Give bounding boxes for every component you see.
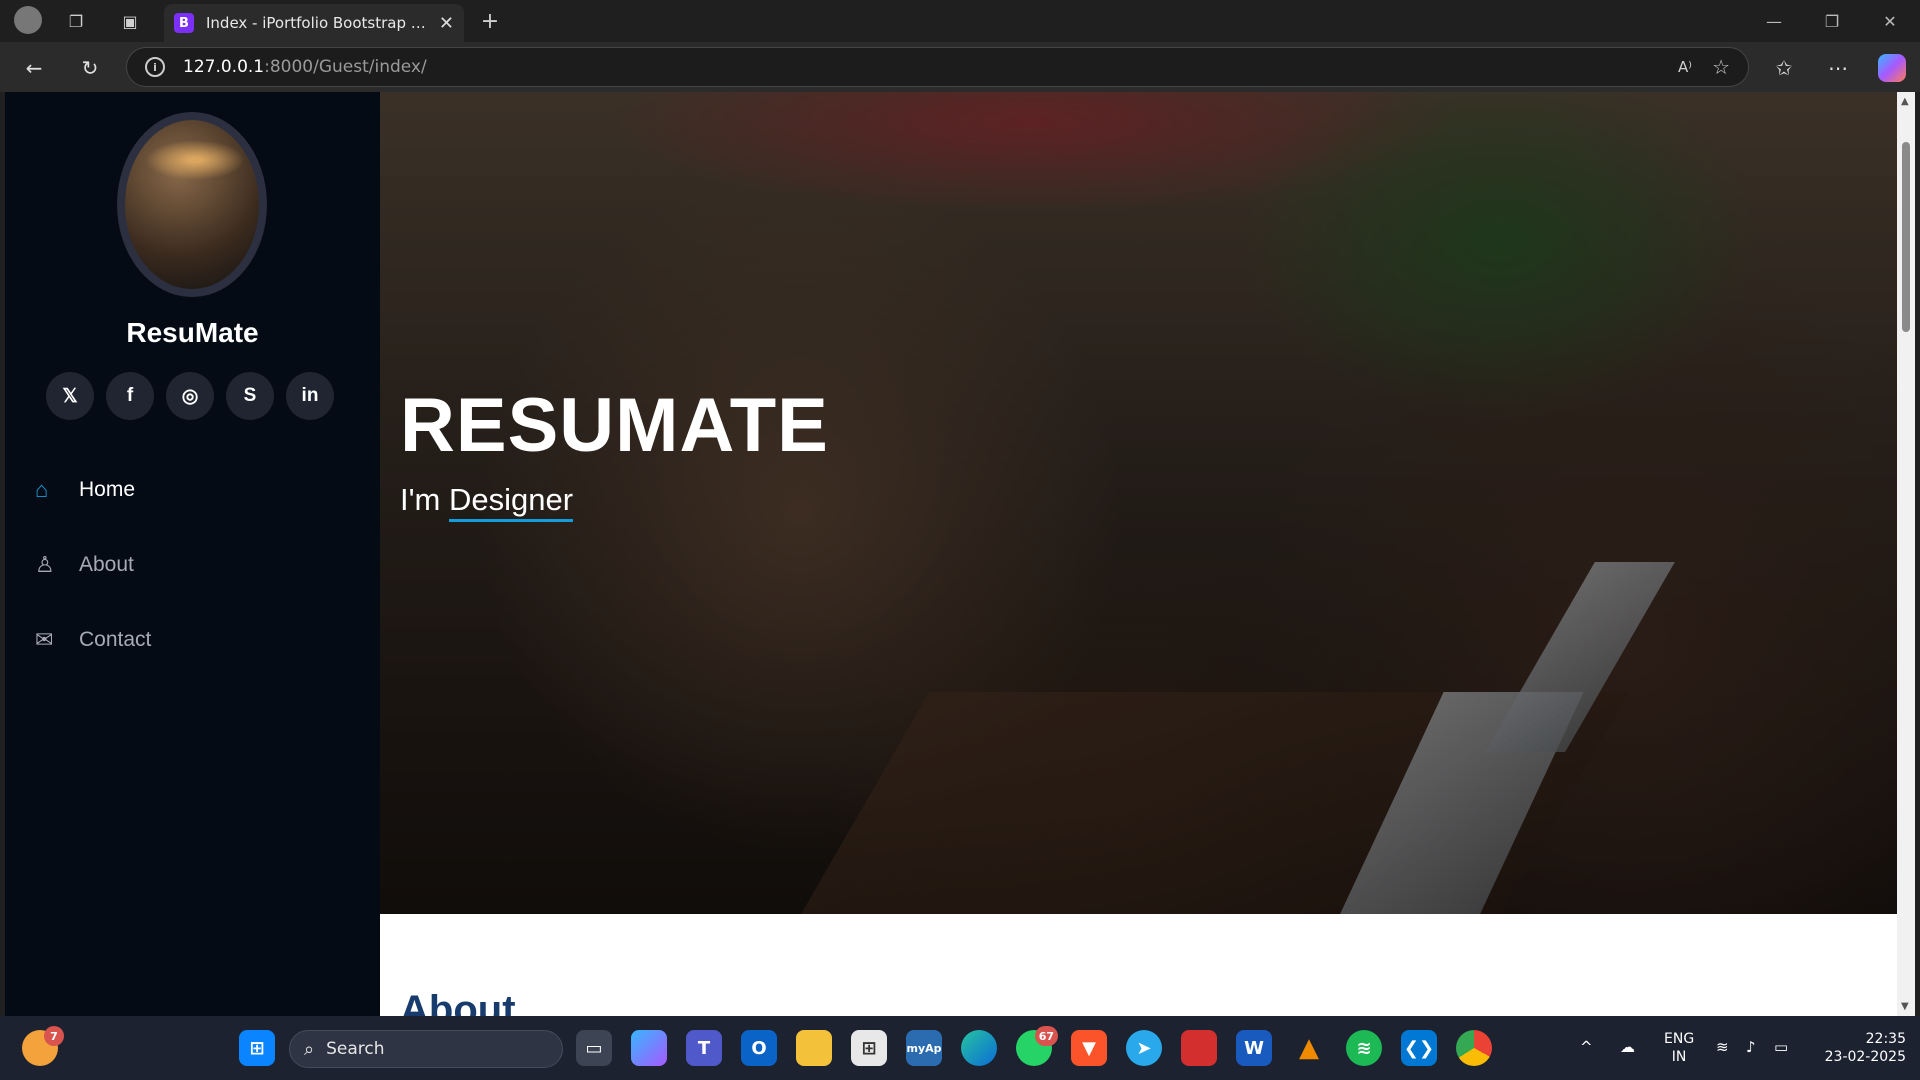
- volume-icon[interactable]: ♪: [1746, 1038, 1756, 1056]
- microsoft-store-icon[interactable]: ⊞: [851, 1030, 887, 1066]
- clock-date: 23-02-2025: [1824, 1049, 1906, 1065]
- hero-section: RESUMATE I'm Designer: [380, 92, 1897, 914]
- nav-menu: ⌂ Home ♙ About ✉ Contact: [35, 452, 151, 677]
- instagram-icon[interactable]: ◎: [166, 372, 214, 420]
- minimize-icon[interactable]: —: [1754, 8, 1794, 34]
- hero-overlay: [380, 92, 1897, 914]
- profile-avatar[interactable]: [14, 6, 42, 34]
- close-tab-icon[interactable]: ✕: [439, 13, 454, 34]
- x-twitter-icon[interactable]: 𝕏: [46, 372, 94, 420]
- url-host: 127.0.0.1: [183, 57, 265, 77]
- tray-overflow-icon[interactable]: ^: [1580, 1038, 1593, 1056]
- wifi-icon[interactable]: ≋: [1716, 1038, 1729, 1056]
- lang-line2: IN: [1671, 1049, 1687, 1065]
- back-icon[interactable]: ←: [20, 54, 48, 82]
- battery-icon[interactable]: ▭: [1774, 1038, 1788, 1056]
- spotify-icon[interactable]: ≋: [1346, 1030, 1382, 1066]
- brand-name: ResuMate: [126, 317, 259, 348]
- house-icon: ⌂: [35, 476, 49, 502]
- outlook-icon[interactable]: O: [741, 1030, 777, 1066]
- restore-icon[interactable]: ❐: [1812, 8, 1852, 34]
- read-aloud-icon[interactable]: A⁾: [1678, 58, 1692, 76]
- clock-time: 22:35: [1865, 1031, 1906, 1047]
- tab-bar: ❐ ▣ B Index - iPortfolio Bootstrap Templ…: [0, 0, 1920, 42]
- search-placeholder: Search: [326, 1039, 385, 1059]
- vscode-icon[interactable]: ❮❯: [1401, 1030, 1437, 1066]
- social-links: 𝕏 f ◎ S in: [46, 372, 334, 420]
- scrollbar-thumb[interactable]: [1902, 142, 1910, 332]
- hero-title: RESUMATE: [400, 383, 829, 468]
- browser-chrome: ❐ ▣ B Index - iPortfolio Bootstrap Templ…: [0, 0, 1920, 92]
- typed-text: Designer: [448, 482, 574, 522]
- tab-title: Index - iPortfolio Bootstrap Template: [206, 14, 431, 32]
- red-app-icon[interactable]: [1181, 1030, 1217, 1066]
- refresh-icon[interactable]: ↻: [76, 54, 104, 82]
- lang-line1: ENG: [1664, 1031, 1695, 1047]
- facebook-icon[interactable]: f: [106, 372, 154, 420]
- taskbar: 7 ⊞ ⌕ Search ▭ T O ⊞ myAp 67 ▼ ➤ W ▲ ≋ ❮…: [0, 1016, 1920, 1080]
- search-icon: ⌕: [304, 1038, 315, 1060]
- nav-item-contact[interactable]: ✉ Contact: [35, 602, 151, 677]
- chrome-icon[interactable]: [1456, 1030, 1492, 1066]
- teams-icon[interactable]: T: [686, 1030, 722, 1066]
- address-bar[interactable]: i 127.0.0.1:8000/Guest/index/ A⁾ ☆: [126, 47, 1749, 87]
- whatsapp-icon[interactable]: 67: [1016, 1026, 1058, 1066]
- file-explorer-icon[interactable]: [796, 1030, 832, 1066]
- scroll-up-icon[interactable]: ▲: [1901, 96, 1909, 107]
- bootstrap-favicon-icon: B: [174, 13, 194, 33]
- more-menu-icon[interactable]: ⋯: [1824, 54, 1852, 82]
- task-view-icon[interactable]: ▭: [576, 1030, 612, 1066]
- hero-prefix: I'm: [400, 482, 449, 517]
- favorite-star-icon[interactable]: ☆: [1712, 55, 1730, 79]
- copilot-icon[interactable]: [1878, 54, 1906, 82]
- nav-item-label: Home: [79, 477, 136, 501]
- envelope-icon: ✉: [35, 626, 54, 652]
- page-viewport: ResuMate 𝕏 f ◎ S in ⌂ Home ♙ About ✉ Con…: [5, 92, 1915, 1016]
- favorites-icon[interactable]: ✩: [1770, 54, 1798, 82]
- edge-icon[interactable]: [961, 1030, 997, 1066]
- mylap-app-icon[interactable]: myAp: [906, 1030, 942, 1066]
- weather-badge: 7: [44, 1026, 64, 1046]
- person-icon: ♙: [35, 551, 55, 577]
- close-window-icon[interactable]: ✕: [1870, 8, 1910, 34]
- workspaces-icon[interactable]: ❐: [64, 9, 88, 33]
- site-info-icon[interactable]: i: [145, 57, 165, 77]
- nav-item-about[interactable]: ♙ About: [35, 527, 151, 602]
- weather-icon[interactable]: 7: [22, 1026, 64, 1066]
- scrollbar[interactable]: ▲ ▼: [1897, 92, 1915, 1016]
- nav-item-label: Contact: [79, 627, 152, 651]
- skype-icon[interactable]: S: [226, 372, 274, 420]
- whatsapp-badge: 67: [1034, 1026, 1058, 1046]
- telegram-icon[interactable]: ➤: [1126, 1030, 1162, 1066]
- profile-photo: [117, 112, 267, 297]
- taskbar-search[interactable]: ⌕ Search: [289, 1030, 563, 1068]
- copilot-app-icon[interactable]: [631, 1030, 667, 1066]
- nav-item-label: About: [79, 552, 134, 576]
- nav-item-home[interactable]: ⌂ Home: [35, 452, 151, 527]
- onedrive-icon[interactable]: ☁: [1620, 1038, 1635, 1056]
- brave-icon[interactable]: ▼: [1071, 1030, 1107, 1066]
- vertical-tabs-icon[interactable]: ▣: [118, 9, 142, 33]
- about-heading: About: [400, 988, 516, 1016]
- new-tab-icon[interactable]: +: [478, 9, 502, 34]
- sidebar: ResuMate 𝕏 f ◎ S in ⌂ Home ♙ About ✉ Con…: [5, 92, 380, 1016]
- start-windows-icon[interactable]: ⊞: [239, 1030, 275, 1066]
- hero-subtitle: I'm Designer: [400, 482, 574, 522]
- linkedin-icon[interactable]: in: [286, 372, 334, 420]
- tab-active[interactable]: B Index - iPortfolio Bootstrap Template …: [164, 4, 464, 42]
- scroll-down-icon[interactable]: ▼: [1901, 1001, 1909, 1012]
- url-path: :8000/Guest/index/: [264, 57, 427, 77]
- clock[interactable]: 22:35 23-02-2025: [1816, 1030, 1906, 1066]
- word-icon[interactable]: W: [1236, 1030, 1272, 1066]
- vlc-icon[interactable]: ▲: [1291, 1030, 1327, 1066]
- language-indicator[interactable]: ENG IN: [1664, 1030, 1694, 1066]
- nav-bar: ← ↻ i 127.0.0.1:8000/Guest/index/ A⁾ ☆ ✩…: [0, 42, 1920, 92]
